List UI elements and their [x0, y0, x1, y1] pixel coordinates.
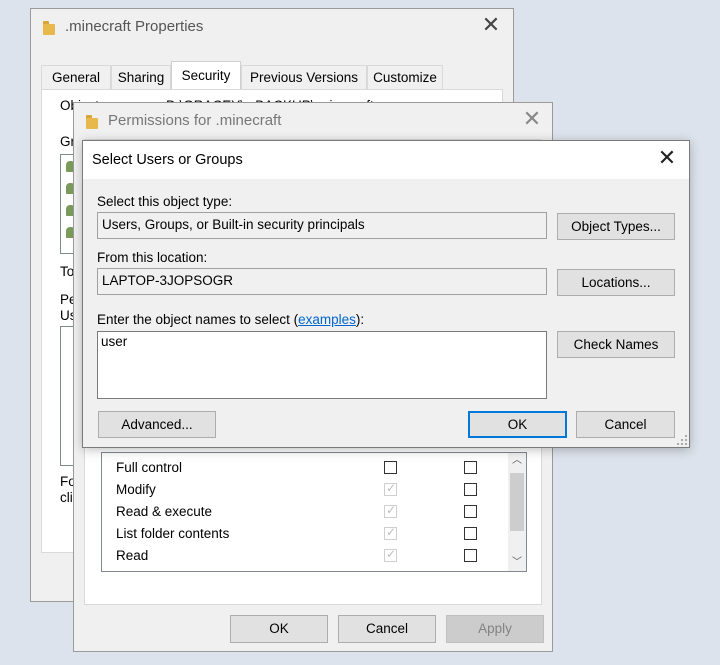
- permissions-cancel-button[interactable]: Cancel: [338, 615, 436, 643]
- allow-checkbox[interactable]: [384, 503, 397, 518]
- folder-icon: [43, 21, 55, 35]
- permission-row: Read & execute: [102, 501, 506, 523]
- select-ok-button[interactable]: OK: [468, 411, 567, 438]
- permission-name: List folder contents: [116, 526, 230, 541]
- select-users-title: Select Users or Groups: [92, 152, 243, 168]
- permission-row: Full control: [102, 457, 506, 479]
- allow-checkbox[interactable]: [384, 525, 397, 540]
- permission-name: Read & execute: [116, 504, 213, 519]
- scroll-down-icon[interactable]: ﹀: [508, 555, 526, 571]
- allow-checkbox[interactable]: [384, 461, 397, 474]
- deny-checkbox[interactable]: [464, 571, 477, 572]
- object-type-label: Select this object type:: [97, 194, 233, 209]
- select-users-titlebar[interactable]: Select Users or Groups ✕: [83, 141, 689, 179]
- permission-name: Full control: [116, 460, 183, 475]
- deny-checkbox[interactable]: [464, 461, 477, 474]
- examples-link[interactable]: examples: [298, 312, 356, 327]
- permissions-scrollbar[interactable]: ︿ ﹀: [508, 453, 526, 571]
- deny-checkbox[interactable]: [464, 527, 477, 540]
- allow-checkbox[interactable]: [384, 547, 397, 562]
- permission-row: Read: [102, 545, 506, 567]
- allow-checkbox[interactable]: [384, 481, 397, 496]
- tab-previous-versions[interactable]: Previous Versions: [241, 65, 367, 89]
- select-cancel-button[interactable]: Cancel: [576, 411, 675, 438]
- permission-row: List folder contents: [102, 523, 506, 545]
- tab-security[interactable]: Security: [171, 61, 241, 90]
- location-field: LAPTOP-3JOPSOGR: [97, 268, 547, 295]
- object-type-field: Users, Groups, or Built-in security prin…: [97, 212, 547, 239]
- properties-titlebar[interactable]: .minecraft Properties ✕: [31, 9, 513, 45]
- scroll-up-icon[interactable]: ︿: [508, 453, 526, 469]
- deny-checkbox[interactable]: [464, 505, 477, 518]
- permissions-ok-button[interactable]: OK: [230, 615, 328, 643]
- tab-sharing[interactable]: Sharing: [111, 65, 171, 89]
- permissions-list: Full control Modify Read & execute List fol…: [101, 452, 527, 572]
- permissions-titlebar[interactable]: Permissions for .minecraft ✕: [74, 103, 552, 139]
- tab-general[interactable]: General: [41, 65, 111, 89]
- enter-names-prefix: Enter the object names to select (: [97, 312, 299, 327]
- enter-names-label: Enter the object names to select (exampl…: [97, 312, 364, 327]
- check-names-button[interactable]: Check Names: [557, 331, 675, 358]
- object-names-textarea[interactable]: user: [97, 331, 547, 399]
- special-perms-label-2: cli: [60, 490, 73, 505]
- scrollbar-thumb[interactable]: [510, 473, 524, 531]
- close-icon[interactable]: ✕: [647, 145, 687, 175]
- advanced-button[interactable]: Advanced...: [98, 411, 216, 438]
- properties-title: .minecraft Properties: [65, 18, 204, 35]
- locations-button[interactable]: Locations...: [557, 269, 675, 296]
- deny-checkbox[interactable]: [464, 549, 477, 562]
- permission-name: Read: [116, 548, 149, 563]
- resize-grip-icon[interactable]: [677, 435, 687, 445]
- select-users-dialog: Select Users or Groups ✕ Select this obj…: [82, 140, 690, 448]
- folder-icon: [86, 115, 98, 129]
- permissions-title: Permissions for .minecraft: [108, 112, 282, 129]
- object-types-button[interactable]: Object Types...: [557, 213, 675, 240]
- object-names-value: user: [101, 334, 128, 349]
- allow-checkbox[interactable]: [386, 569, 396, 571]
- permissions-apply-button[interactable]: Apply: [446, 615, 544, 643]
- close-icon[interactable]: ✕: [471, 12, 511, 42]
- permission-row: Modify: [102, 479, 506, 501]
- permission-name: Modify: [116, 482, 156, 497]
- location-label: From this location:: [97, 250, 208, 265]
- deny-checkbox[interactable]: [464, 483, 477, 496]
- enter-names-suffix: ):: [355, 312, 365, 327]
- permission-name: Wr: [116, 567, 133, 571]
- close-icon[interactable]: ✕: [512, 106, 552, 136]
- permission-row: Wr: [102, 567, 506, 572]
- tab-customize[interactable]: Customize: [367, 65, 443, 89]
